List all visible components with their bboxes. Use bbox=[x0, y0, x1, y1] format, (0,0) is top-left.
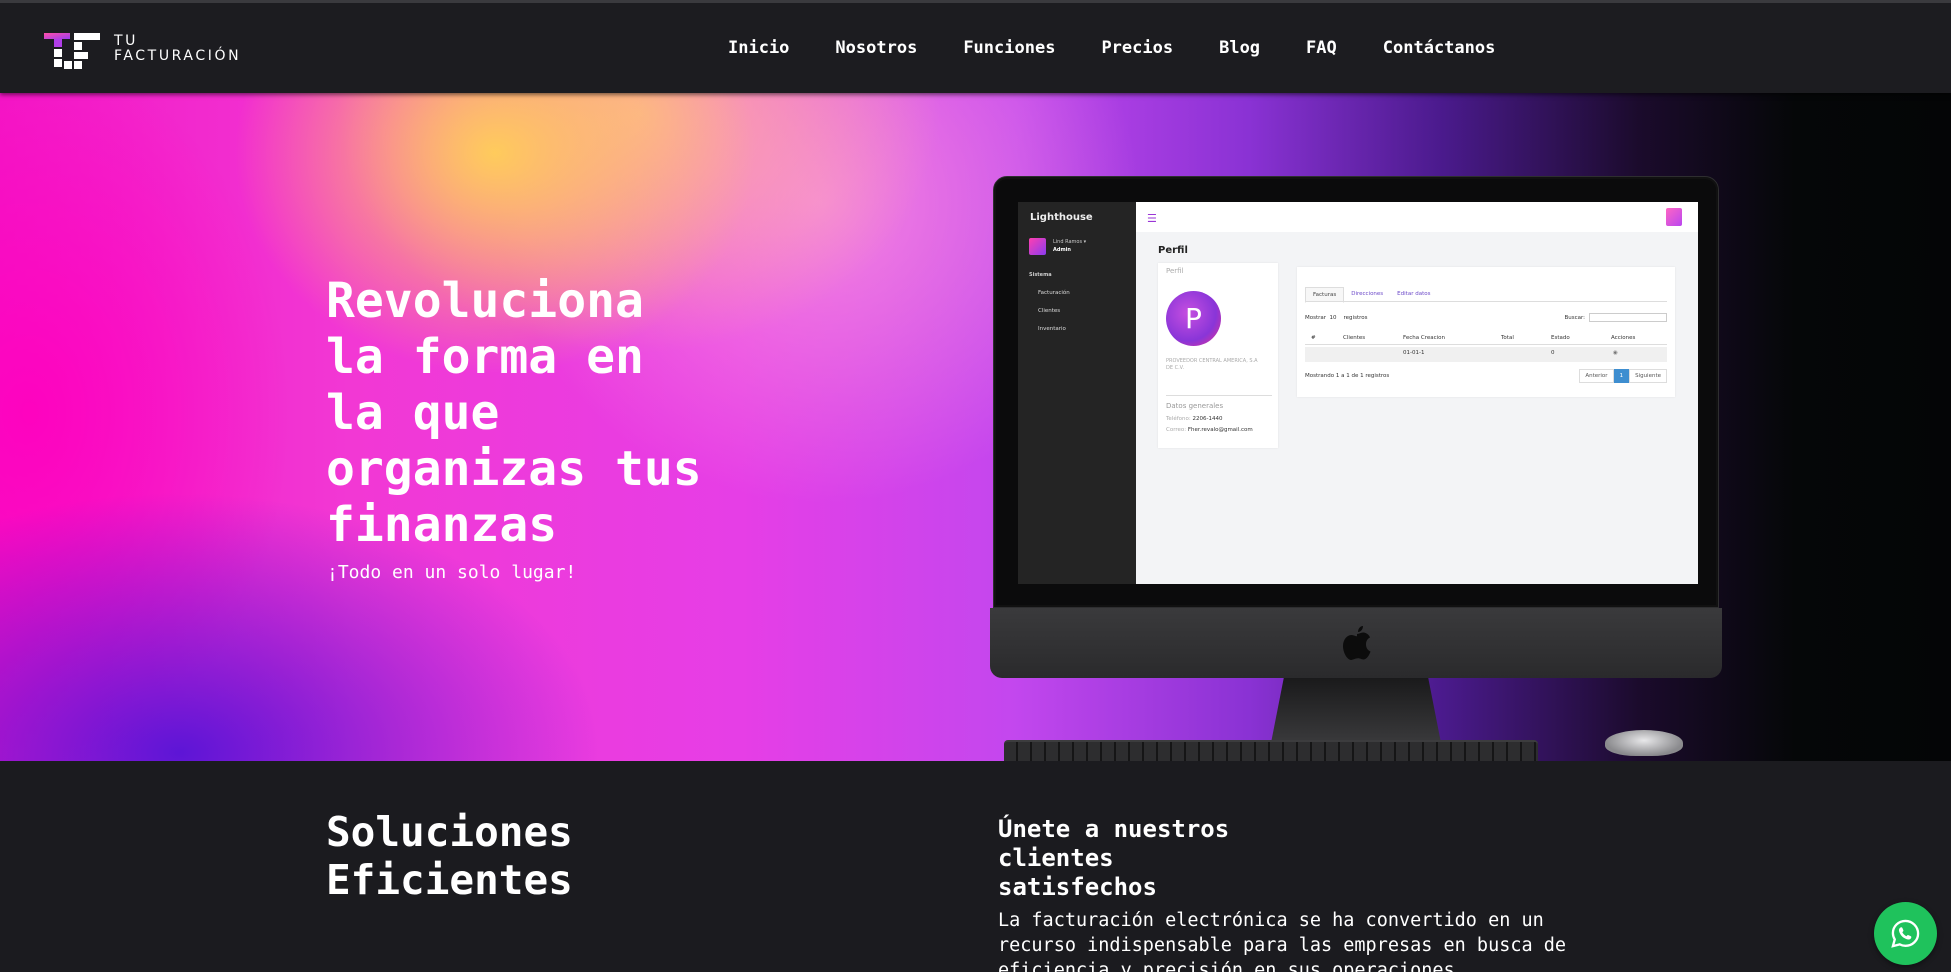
nav-nosotros[interactable]: Nosotros bbox=[835, 38, 917, 58]
mouse-image bbox=[1605, 730, 1683, 756]
logo-line-2: FACTURACIÓN bbox=[114, 48, 242, 64]
join-body: La facturación electrónica se ha convert… bbox=[998, 910, 1567, 972]
pagination: Anterior 1 Siguiente bbox=[1579, 369, 1667, 383]
page-size-control: Mostrar 10 registros bbox=[1305, 315, 1367, 321]
whatsapp-button[interactable] bbox=[1874, 902, 1937, 965]
view-icon: ◉ bbox=[1613, 350, 1618, 356]
col-number: # bbox=[1311, 335, 1316, 341]
keyboard-image bbox=[1004, 740, 1538, 761]
menu-icon: ☰ bbox=[1147, 212, 1157, 225]
join-title: Únete a nuestros clientes satisfechos bbox=[998, 815, 1298, 902]
app-brand: Lighthouse bbox=[1030, 212, 1093, 223]
profile-avatar: P bbox=[1166, 291, 1221, 346]
email-label: Correo: bbox=[1166, 427, 1187, 433]
nav-precios[interactable]: Precios bbox=[1101, 38, 1173, 58]
whatsapp-icon bbox=[1891, 919, 1920, 948]
join-title-line: satisfechos bbox=[998, 873, 1157, 901]
hero-title-line: Revoluciona bbox=[326, 273, 644, 329]
app-user-role: Admin bbox=[1053, 247, 1071, 253]
table-search: Buscar: bbox=[1564, 313, 1667, 322]
logo-mark-icon bbox=[44, 33, 100, 69]
monitor-chin bbox=[990, 608, 1722, 678]
search-label: Buscar: bbox=[1564, 314, 1585, 321]
profile-card: Perfil P PROVEEDOR CENTRAL AMERICA, S.A … bbox=[1158, 263, 1278, 448]
next-page: Siguiente bbox=[1629, 369, 1667, 383]
brand-logo[interactable]: TU FACTURACIÓN bbox=[44, 33, 254, 69]
search-box bbox=[1589, 313, 1667, 322]
profile-card-title: Perfil bbox=[1166, 267, 1184, 275]
hero-section: Revoluciona la forma en la que organizas… bbox=[0, 93, 1951, 761]
join-title-line: Únete a nuestros bbox=[998, 815, 1230, 843]
phone-label: Teléfono: bbox=[1166, 416, 1191, 422]
nav-contactanos[interactable]: Contáctanos bbox=[1383, 38, 1496, 58]
nav-blog[interactable]: Blog bbox=[1219, 38, 1260, 58]
table-header: # Clientes Fecha Creacion Total Estado A… bbox=[1305, 332, 1667, 345]
monitor-stand bbox=[1270, 678, 1442, 748]
hero-title-line: organizas tus bbox=[326, 441, 702, 497]
col-fecha: Fecha Creacion bbox=[1403, 335, 1446, 341]
phone-value: 2206-1440 bbox=[1192, 416, 1223, 422]
hero-title-line: la forma en bbox=[326, 329, 644, 385]
invoices-card: Facturas Direcciones Editar datos Mostra… bbox=[1297, 267, 1675, 397]
email-value: Fher.revalo@gmail.com bbox=[1187, 427, 1253, 433]
solutions-title-line: Eficientes bbox=[326, 856, 573, 904]
col-clientes: Clientes bbox=[1343, 335, 1366, 341]
hero-title-line: la que bbox=[326, 385, 500, 441]
app-menu-inventario: Inventario bbox=[1038, 326, 1066, 332]
col-acciones: Acciones bbox=[1611, 335, 1636, 341]
app-section-label: Sistema bbox=[1029, 272, 1052, 278]
app-menu-facturacion: Facturación bbox=[1038, 290, 1070, 296]
cell-date: 01-01-1 bbox=[1403, 350, 1425, 356]
general-data-title: Datos generales bbox=[1166, 402, 1224, 410]
email-row: Correo: Fher.revalo@gmail.com bbox=[1166, 427, 1253, 433]
solutions-title-line: Soluciones bbox=[326, 808, 573, 856]
logo-wordmark: TU FACTURACIÓN bbox=[114, 34, 241, 64]
app-logo-icon bbox=[1666, 208, 1682, 226]
hero-title-line: finanzas bbox=[326, 497, 558, 553]
nav-inicio[interactable]: Inicio bbox=[728, 38, 789, 58]
cell-status: 0 bbox=[1551, 350, 1555, 356]
prev-page: Anterior bbox=[1579, 369, 1614, 383]
apple-logo-icon bbox=[1343, 626, 1371, 660]
app-sidebar: Lighthouse Lind Ramos ▾ Admin Sistema Fa… bbox=[1018, 202, 1136, 584]
records-label: registros bbox=[1343, 315, 1368, 321]
monitor-bezel: Lighthouse Lind Ramos ▾ Admin Sistema Fa… bbox=[993, 176, 1719, 608]
imac-mockup: Lighthouse Lind Ramos ▾ Admin Sistema Fa… bbox=[990, 176, 1722, 748]
table-row: 01-01-1 0 ◉ bbox=[1305, 347, 1667, 362]
app-page-title: Perfil bbox=[1158, 245, 1188, 256]
app-user-info: Lind Ramos ▾ Admin bbox=[1053, 238, 1086, 254]
show-label: Mostrar bbox=[1305, 315, 1327, 321]
main-nav: Inicio Nosotros Funciones Precios Blog F… bbox=[728, 38, 1541, 58]
app-menu-clientes: Clientes bbox=[1038, 308, 1061, 314]
join-title-line: clientes bbox=[998, 844, 1114, 872]
show-value: 10 bbox=[1329, 315, 1337, 321]
company-name: PROVEEDOR CENTRAL AMERICA, S.A DE C.V. bbox=[1166, 358, 1258, 371]
top-navbar: TU FACTURACIÓN Inicio Nosotros Funciones… bbox=[0, 0, 1951, 93]
logo-line-1: TU bbox=[114, 33, 138, 49]
app-main: ☰ Perfil Perfil P PROVEEDOR CENTRAL AMER… bbox=[1136, 202, 1698, 584]
app-topbar: ☰ bbox=[1136, 202, 1698, 232]
app-screenshot: Lighthouse Lind Ramos ▾ Admin Sistema Fa… bbox=[1018, 202, 1698, 584]
col-total: Total bbox=[1501, 335, 1514, 341]
hero-subtitle: ¡Todo en un solo lugar! bbox=[327, 562, 577, 583]
nav-faq[interactable]: FAQ bbox=[1306, 38, 1337, 58]
solutions-title: Soluciones Eficientes bbox=[326, 808, 746, 904]
tab-divider bbox=[1305, 301, 1667, 302]
hero-title: Revoluciona la forma en la que organizas… bbox=[326, 273, 846, 553]
col-estado: Estado bbox=[1551, 335, 1570, 341]
table-info: Mostrando 1 a 1 de 1 registros bbox=[1305, 373, 1390, 379]
current-page: 1 bbox=[1613, 369, 1630, 383]
divider bbox=[1166, 395, 1272, 396]
phone-row: Teléfono: 2206-1440 bbox=[1166, 416, 1222, 422]
nav-funciones[interactable]: Funciones bbox=[963, 38, 1055, 58]
app-user-name: Lind Ramos ▾ bbox=[1053, 239, 1087, 245]
app-user-avatar bbox=[1029, 238, 1046, 255]
